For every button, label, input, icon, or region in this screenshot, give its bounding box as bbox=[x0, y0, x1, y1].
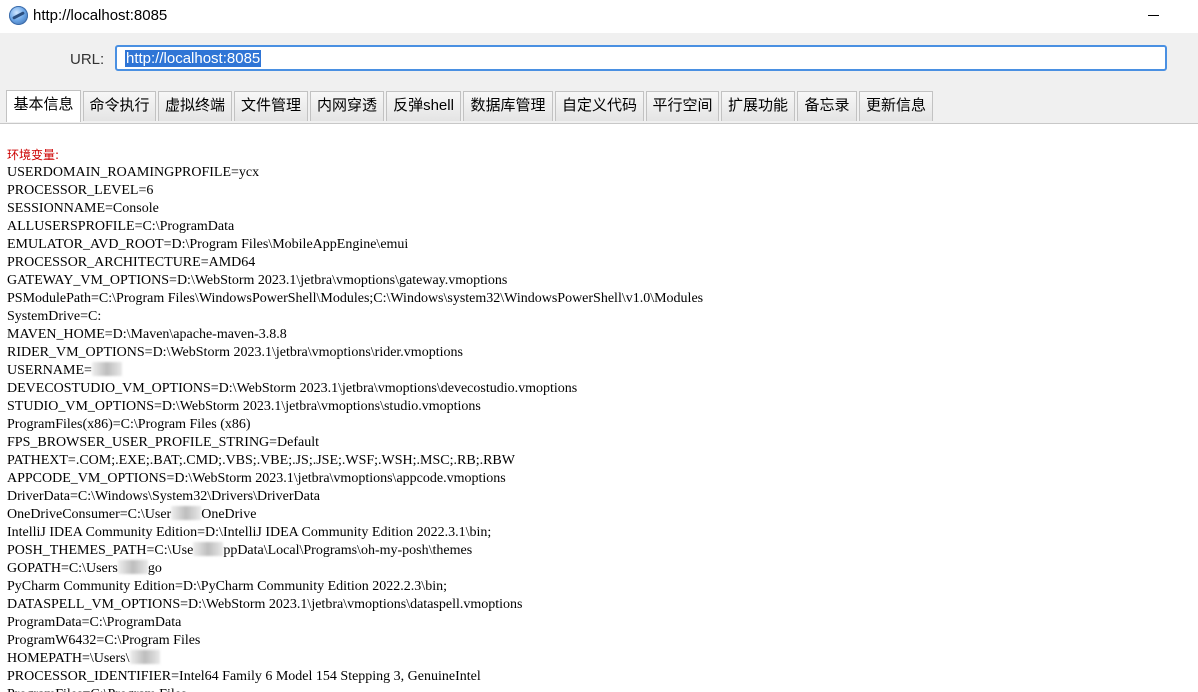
env-variable-line: DEVECOSTUDIO_VM_OPTIONS=D:\WebStorm 2023… bbox=[7, 380, 703, 398]
tab-reverse-shell[interactable]: 反弹shell bbox=[386, 91, 461, 121]
env-variable-text: HOMEPATH=\Users\ bbox=[7, 651, 130, 666]
env-variable-text: USERNAME= bbox=[7, 363, 92, 378]
env-variable-text: OneDriveConsumer=C:\User bbox=[7, 507, 172, 522]
env-variable-line: DATASPELL_VM_OPTIONS=D:\WebStorm 2023.1\… bbox=[7, 596, 703, 614]
env-variable-line: ProgramFiles=C:\Program Files bbox=[7, 686, 703, 692]
env-variable-text: MAVEN_HOME=D:\Maven\apache-maven-3.8.8 bbox=[7, 327, 287, 342]
app-window: http://localhost:8085 URL: http://localh… bbox=[0, 0, 1198, 692]
env-variable-text: ProgramW6432=C:\Program Files bbox=[7, 633, 201, 648]
env-variable-line: ALLUSERSPROFILE=C:\ProgramData bbox=[7, 218, 703, 236]
env-variable-line: EMULATOR_AVD_ROOT=D:\Program Files\Mobil… bbox=[7, 236, 703, 254]
env-variable-text: POSH_THEMES_PATH=C:\Use bbox=[7, 543, 194, 558]
url-input[interactable]: http://localhost:8085 bbox=[115, 45, 1167, 71]
env-variable-text: SESSIONNAME=Console bbox=[7, 201, 159, 216]
tab-parallel-space[interactable]: 平行空间 bbox=[646, 91, 719, 121]
env-variable-line: IntelliJ IDEA Community Edition=D:\Intel… bbox=[7, 524, 703, 542]
env-variable-line: DriverData=C:\Windows\System32\Drivers\D… bbox=[7, 488, 703, 506]
env-variable-line: PSModulePath=C:\Program Files\WindowsPow… bbox=[7, 290, 703, 308]
tab-update-info[interactable]: 更新信息 bbox=[859, 91, 933, 121]
env-variable-line: HOMEPATH=\Users\ bbox=[7, 650, 703, 668]
env-variable-text: ProgramFiles=C:\Program Files bbox=[7, 687, 186, 692]
env-variable-line: RIDER_VM_OPTIONS=D:\WebStorm 2023.1\jetb… bbox=[7, 344, 703, 362]
url-row: URL: http://localhost:8085 bbox=[0, 33, 1198, 88]
env-variable-text: RIDER_VM_OPTIONS=D:\WebStorm 2023.1\jetb… bbox=[7, 345, 463, 360]
env-variable-text: DEVECOSTUDIO_VM_OPTIONS=D:\WebStorm 2023… bbox=[7, 381, 578, 396]
env-variable-text: ALLUSERSPROFILE=C:\ProgramData bbox=[7, 219, 235, 234]
env-variable-line: USERDOMAIN_ROAMINGPROFILE=ycx bbox=[7, 164, 703, 182]
redacted-blur bbox=[171, 506, 202, 520]
env-variable-text: PyCharm Community Edition=D:\PyCharm Com… bbox=[7, 579, 447, 594]
env-variable-line: SystemDrive=C: bbox=[7, 308, 703, 326]
globe-icon bbox=[9, 6, 28, 25]
env-variable-text: DATASPELL_VM_OPTIONS=D:\WebStorm 2023.1\… bbox=[7, 597, 523, 612]
env-variable-text: PROCESSOR_LEVEL=6 bbox=[7, 183, 154, 198]
tab-strip: 基本信息 命令执行 虚拟终端 文件管理 内网穿透 反弹shell 数据库管理 自… bbox=[0, 88, 1198, 124]
env-variable-text: STUDIO_VM_OPTIONS=D:\WebStorm 2023.1\jet… bbox=[7, 399, 481, 414]
env-variable-text: DriverData=C:\Windows\System32\Drivers\D… bbox=[7, 489, 320, 504]
env-variable-text: FPS_BROWSER_USER_PROFILE_STRING=Default bbox=[7, 435, 320, 450]
title-bar[interactable]: http://localhost:8085 bbox=[0, 0, 1198, 33]
minimize-button[interactable] bbox=[1138, 0, 1184, 33]
tab-database-manager[interactable]: 数据库管理 bbox=[463, 91, 553, 121]
redacted-blur bbox=[117, 560, 148, 574]
env-variable-line: MAVEN_HOME=D:\Maven\apache-maven-3.8.8 bbox=[7, 326, 703, 344]
basic-info-panel: 环境变量: USERDOMAIN_ROAMINGPROFILE=ycx PROCE… bbox=[0, 124, 1198, 692]
env-variable-line: PyCharm Community Edition=D:\PyCharm Com… bbox=[7, 578, 703, 596]
tab-memo[interactable]: 备忘录 bbox=[797, 91, 857, 121]
redacted-blur bbox=[193, 542, 224, 556]
env-variable-line: GATEWAY_VM_OPTIONS=D:\WebStorm 2023.1\je… bbox=[7, 272, 703, 290]
env-variable-text-tail: OneDrive bbox=[201, 507, 257, 522]
env-variable-line: GOPATH=C:\Users go bbox=[7, 560, 703, 578]
env-variable-line: ProgramData=C:\ProgramData bbox=[7, 614, 703, 632]
env-heading: 环境变量: bbox=[7, 148, 60, 162]
env-variable-line: ProgramFiles(x86)=C:\Program Files (x86) bbox=[7, 416, 703, 434]
env-variable-line: ProgramW6432=C:\Program Files bbox=[7, 632, 703, 650]
env-variable-line: STUDIO_VM_OPTIONS=D:\WebStorm 2023.1\jet… bbox=[7, 398, 703, 416]
redacted-blur bbox=[91, 362, 122, 376]
env-variable-text: PATHEXT=.COM;.EXE;.BAT;.CMD;.VBS;.VBE;.J… bbox=[7, 453, 515, 468]
env-variable-text: PSModulePath=C:\Program Files\WindowsPow… bbox=[7, 291, 704, 306]
env-variable-line: PATHEXT=.COM;.EXE;.BAT;.CMD;.VBS;.VBE;.J… bbox=[7, 452, 703, 470]
env-variable-list: USERDOMAIN_ROAMINGPROFILE=ycx PROCESSOR_L… bbox=[7, 164, 703, 692]
env-variable-line: FPS_BROWSER_USER_PROFILE_STRING=Default bbox=[7, 434, 703, 452]
env-variable-line: PROCESSOR_LEVEL=6 bbox=[7, 182, 703, 200]
env-variable-text: USERDOMAIN_ROAMINGPROFILE=ycx bbox=[7, 165, 260, 180]
env-variable-line: SESSIONNAME=Console bbox=[7, 200, 703, 218]
env-variable-text: EMULATOR_AVD_ROOT=D:\Program Files\Mobil… bbox=[7, 237, 409, 252]
env-variable-line: OneDriveConsumer=C:\User OneDrive bbox=[7, 506, 703, 524]
tab-basic-info[interactable]: 基本信息 bbox=[6, 90, 81, 122]
env-variable-text: GOPATH=C:\Users bbox=[7, 561, 118, 576]
env-variable-line: POSH_THEMES_PATH=C:\Use ppData\Local\Prog… bbox=[7, 542, 703, 560]
env-variable-text: PROCESSOR_IDENTIFIER=Intel64 Family 6 Mo… bbox=[7, 669, 481, 684]
env-variable-text: GATEWAY_VM_OPTIONS=D:\WebStorm 2023.1\je… bbox=[7, 273, 508, 288]
tab-command-exec[interactable]: 命令执行 bbox=[83, 91, 156, 121]
env-variable-text: PROCESSOR_ARCHITECTURE=AMD64 bbox=[7, 255, 256, 270]
env-variable-line: USERNAME= bbox=[7, 362, 703, 380]
tab-custom-code[interactable]: 自定义代码 bbox=[555, 91, 644, 121]
env-variable-text: ProgramData=C:\ProgramData bbox=[7, 615, 182, 630]
window-title: http://localhost:8085 bbox=[33, 7, 168, 24]
tab-intranet-tunnel[interactable]: 内网穿透 bbox=[310, 91, 384, 121]
env-variable-line: PROCESSOR_IDENTIFIER=Intel64 Family 6 Mo… bbox=[7, 668, 703, 686]
env-variable-text: IntelliJ IDEA Community Edition=D:\Intel… bbox=[7, 525, 492, 540]
env-variable-text-tail: go bbox=[147, 561, 162, 576]
env-variable-text: SystemDrive=C: bbox=[7, 309, 102, 324]
tab-file-manager[interactable]: 文件管理 bbox=[234, 91, 308, 121]
tab-extensions[interactable]: 扩展功能 bbox=[721, 91, 795, 121]
env-variable-text: APPCODE_VM_OPTIONS=D:\WebStorm 2023.1\je… bbox=[7, 471, 506, 486]
url-input-value[interactable]: http://localhost:8085 bbox=[125, 50, 262, 67]
env-variable-text-tail: ppData\Local\Programs\oh-my-posh\themes bbox=[223, 543, 473, 558]
env-variable-line: APPCODE_VM_OPTIONS=D:\WebStorm 2023.1\je… bbox=[7, 470, 703, 488]
env-variable-text: ProgramFiles(x86)=C:\Program Files (x86) bbox=[7, 417, 251, 432]
env-variable-line: PROCESSOR_ARCHITECTURE=AMD64 bbox=[7, 254, 703, 272]
url-label: URL: bbox=[70, 51, 105, 68]
tab-virtual-terminal[interactable]: 虚拟终端 bbox=[158, 91, 232, 121]
redacted-blur bbox=[129, 650, 160, 664]
